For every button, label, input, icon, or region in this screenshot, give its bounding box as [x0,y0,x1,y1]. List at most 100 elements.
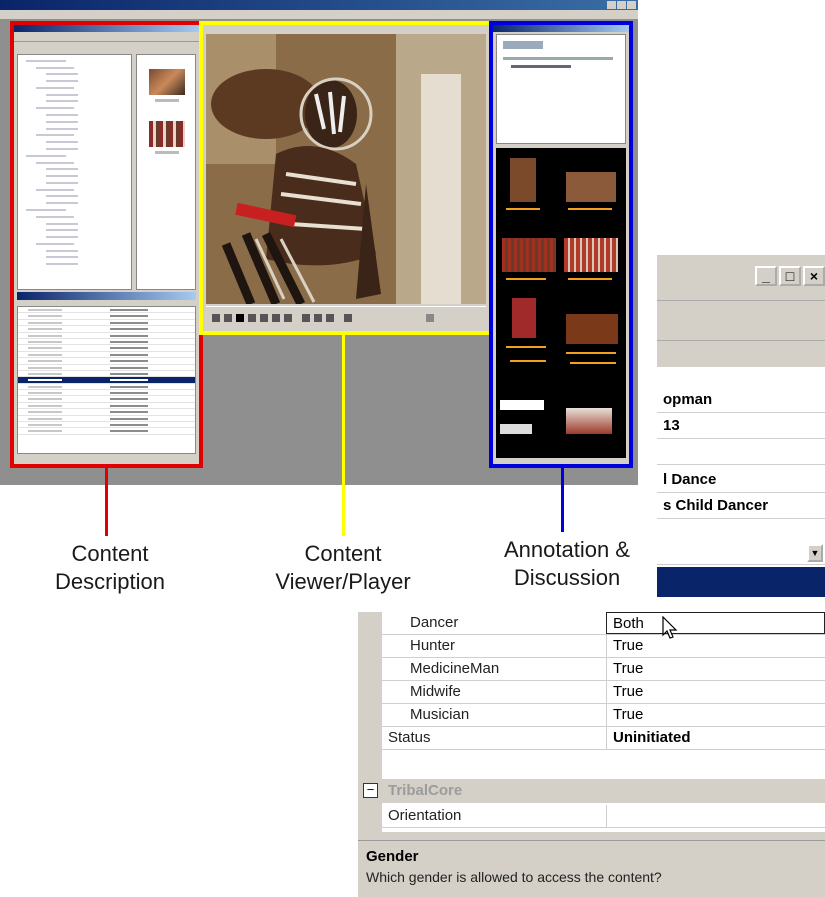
stop-icon[interactable] [236,314,244,322]
gallery-image[interactable] [566,408,612,434]
dancer-photo-illustration [206,34,486,304]
minimize-icon[interactable]: _ [755,266,777,286]
thumbnail-image[interactable] [149,121,185,147]
tree-item[interactable] [46,110,78,117]
tree-item[interactable] [46,137,78,144]
property-value: opman [657,387,825,413]
tree-item[interactable] [36,103,74,110]
tree-item[interactable] [46,90,78,96]
property-row-hunter[interactable]: Hunter True [382,635,825,658]
tree-item[interactable] [46,123,78,130]
tree-item[interactable] [46,69,78,76]
tree-item[interactable] [36,62,74,69]
annotation-caption: Annotation & Discussion [482,536,652,592]
caption-line: Content [71,541,149,566]
gallery-image[interactable] [566,172,616,202]
content-tree[interactable] [17,54,132,290]
pause-icon[interactable] [260,314,268,322]
tree-item[interactable] [36,239,74,245]
property-row[interactable] [18,428,195,435]
tree-item[interactable] [36,157,74,164]
tree-item[interactable] [26,205,66,211]
property-value-editor[interactable]: Both [606,612,825,634]
property-dropdown[interactable]: ▼ [657,541,825,565]
tree-item[interactable] [46,178,78,184]
minimize-icon[interactable] [607,1,616,9]
tree-item[interactable] [36,130,74,137]
volume-icon[interactable] [426,314,434,322]
tree-item[interactable] [46,144,78,150]
discussion-input[interactable] [500,400,544,410]
property-row-midwife[interactable]: Midwife True [382,681,825,704]
content-properties-grid[interactable] [17,306,196,454]
property-name: MedicineMan [410,660,500,677]
gallery-caption [506,346,546,348]
play-icon[interactable] [248,314,256,322]
tree-item[interactable] [46,252,78,259]
content-description-caption: Content Description [30,540,190,596]
tree-item[interactable] [46,232,78,239]
thumbnail-image[interactable] [149,69,185,95]
discussion-gallery[interactable] [496,148,626,458]
property-value: True [606,658,825,680]
property-row-dancer[interactable]: Dancer Both [382,612,825,635]
annotate-icon[interactable] [326,314,334,322]
gallery-image[interactable] [566,314,618,344]
content-photo[interactable] [206,34,486,304]
property-row-medicineman[interactable]: MedicineMan True [382,658,825,681]
property-value: True [606,635,825,657]
tree-item[interactable] [26,151,66,157]
previous-icon[interactable] [212,314,220,322]
viewer-connector-line [342,335,345,536]
snapshot-icon[interactable] [344,314,352,322]
tree-item[interactable] [46,164,78,171]
annotation-list[interactable] [496,34,626,144]
gallery-image[interactable] [564,238,618,272]
mark-out-icon[interactable] [314,314,322,322]
tree-item[interactable] [46,171,78,178]
tree-item[interactable] [46,198,78,205]
rewind-icon[interactable] [224,314,232,322]
gallery-caption [566,352,616,354]
annotation-connector-line [561,468,564,532]
selected-property-row[interactable] [657,567,825,597]
tree-item[interactable] [46,225,78,232]
mouse-pointer-icon [662,616,678,639]
tree-item[interactable] [36,83,74,89]
collapse-icon[interactable]: − [363,783,378,798]
tree-item[interactable] [46,117,78,123]
tree-item[interactable] [46,259,78,266]
property-name: Midwife [410,683,461,700]
close-icon[interactable]: × [803,266,825,286]
annotation-discussion-panel [492,24,630,465]
discussion-button[interactable] [500,424,532,434]
fast-forward-icon[interactable] [272,314,280,322]
tree-item[interactable] [46,96,78,103]
tree-item[interactable] [36,212,74,218]
tree-item[interactable] [36,184,74,191]
tree-item[interactable] [26,56,66,62]
chevron-down-icon[interactable]: ▼ [807,544,823,562]
gallery-image[interactable] [510,158,536,202]
gallery-caption [570,362,616,364]
maximize-icon[interactable] [617,1,626,9]
maximize-icon[interactable]: □ [779,266,801,286]
tree-item[interactable] [46,191,78,198]
next-icon[interactable] [284,314,292,322]
tree-item[interactable] [46,245,78,252]
property-value: True [606,704,825,726]
tree-window-titlebar [13,24,200,32]
tree-item[interactable] [46,218,78,225]
property-row-musician[interactable]: Musician True [382,704,825,727]
tree-toolbar [13,32,200,42]
mark-in-icon[interactable] [302,314,310,322]
property-row-status[interactable]: Status Uninitiated [382,727,825,750]
description-connector-line [105,468,108,536]
close-icon[interactable] [627,1,636,9]
annotation-item[interactable] [511,65,571,68]
property-row-orientation[interactable]: Orientation [382,805,825,828]
gallery-image[interactable] [502,238,556,272]
tree-item[interactable] [46,76,78,83]
gallery-image[interactable] [512,298,536,338]
category-row-tribalcore[interactable]: − TribalCore [358,779,825,803]
